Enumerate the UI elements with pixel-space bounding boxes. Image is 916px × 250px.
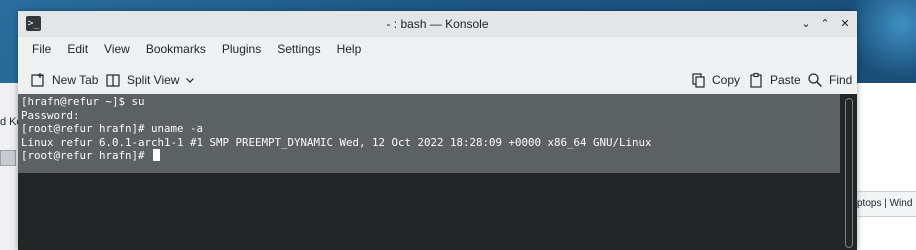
menu-plugins[interactable]: Plugins xyxy=(214,37,269,61)
background-window-left[interactable]: d Ke xyxy=(0,83,23,250)
search-icon xyxy=(807,72,823,88)
menu-settings[interactable]: Settings xyxy=(269,37,328,61)
terminal-cursor xyxy=(153,149,161,162)
background-window-right[interactable]: ptops | Wind xyxy=(857,83,916,250)
menu-bookmarks[interactable]: Bookmarks xyxy=(138,37,214,61)
background-window-right-text: ptops | Wind xyxy=(857,198,913,209)
menu-file[interactable]: File xyxy=(24,37,59,61)
split-view-label: Split View xyxy=(127,73,180,87)
title-bar[interactable]: >_ - : bash — Konsole ⌄ ⌃ ✕ xyxy=(18,11,857,37)
menu-bar: File Edit View Bookmarks Plugins Setting… xyxy=(18,37,857,61)
background-window-right-tabstrip: ptops | Wind xyxy=(857,191,916,217)
find-label: Find xyxy=(829,73,853,87)
chevron-down-icon xyxy=(185,75,195,85)
terminal-output[interactable]: [hrafn@refur ~]$ su Password: [root@refu… xyxy=(21,95,652,163)
copy-label: Copy xyxy=(712,73,741,87)
menu-help[interactable]: Help xyxy=(329,37,370,61)
paste-button[interactable]: Paste xyxy=(748,69,801,91)
copy-icon xyxy=(690,72,706,88)
menu-edit[interactable]: Edit xyxy=(59,37,96,61)
close-icon[interactable]: ✕ xyxy=(836,15,854,33)
terminal-area[interactable]: [hrafn@refur ~]$ su Password: [root@refu… xyxy=(18,94,857,250)
split-view-button[interactable]: Split View xyxy=(105,69,195,91)
split-view-icon xyxy=(105,72,121,88)
paste-icon xyxy=(748,72,764,88)
terminal-prompt-line: [root@refur hrafn]# xyxy=(21,149,152,163)
new-tab-label: New Tab xyxy=(52,73,99,87)
background-window-thumbnail-icon xyxy=(0,150,16,166)
new-tab-icon xyxy=(30,72,46,88)
minimize-icon[interactable]: ⌄ xyxy=(797,15,815,33)
scrollbar[interactable] xyxy=(840,94,857,250)
maximize-icon[interactable]: ⌃ xyxy=(816,15,834,33)
window-title: - : bash — Konsole xyxy=(386,17,489,31)
konsole-window: >_ - : bash — Konsole ⌄ ⌃ ✕ File Edit Vi… xyxy=(18,11,857,250)
terminal-line: Linux refur 6.0.1-arch1-1 #1 SMP PREEMPT… xyxy=(21,135,652,149)
terminal-line: [hrafn@refur ~]$ su xyxy=(21,95,145,108)
scrollbar-thumb[interactable] xyxy=(845,98,853,248)
terminal-line: [root@refur hrafn]# uname -a xyxy=(21,122,204,136)
terminal-line: Password: xyxy=(21,108,80,122)
copy-button[interactable]: Copy xyxy=(690,69,740,91)
find-button[interactable]: Find xyxy=(807,69,852,91)
menu-view[interactable]: View xyxy=(96,37,138,61)
new-tab-button[interactable]: New Tab xyxy=(30,69,98,91)
paste-label: Paste xyxy=(770,73,801,87)
